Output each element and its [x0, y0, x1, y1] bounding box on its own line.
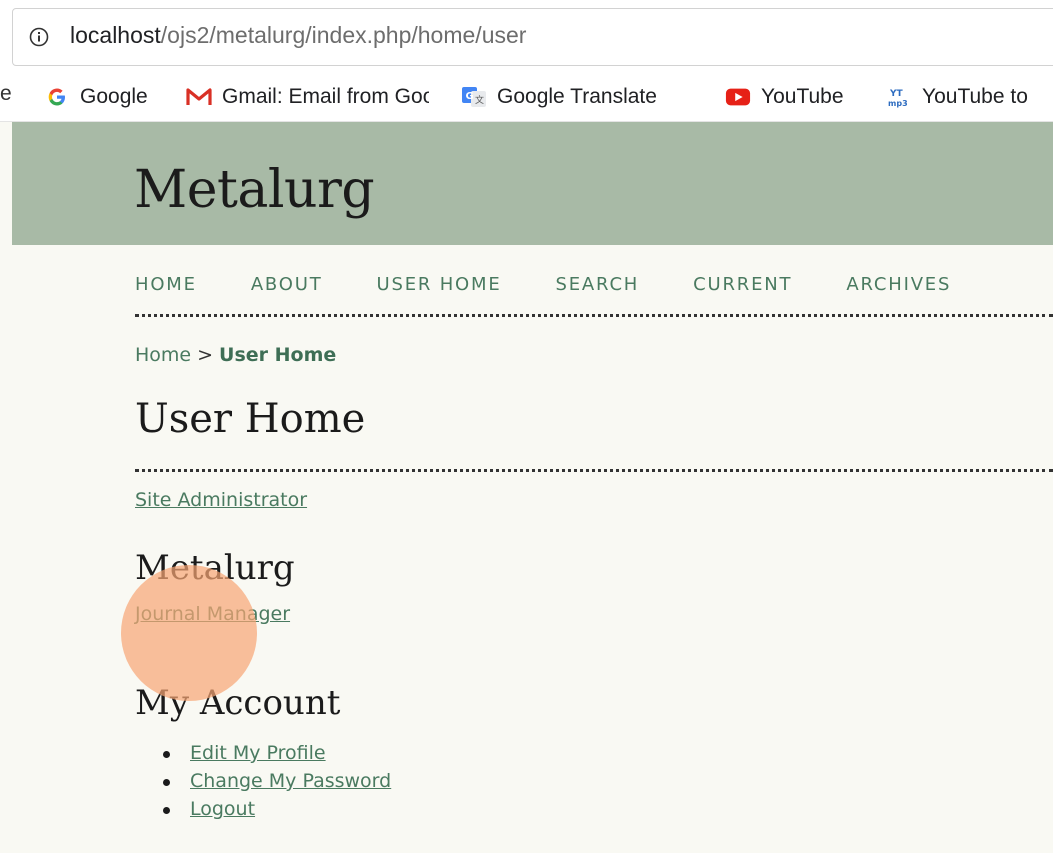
page-title: User Home — [135, 396, 366, 442]
bookmark-label: YouTube — [761, 85, 844, 108]
site-administrator-link[interactable]: Site Administrator — [135, 489, 307, 511]
click-indicator — [121, 565, 257, 701]
title-divider — [135, 469, 1053, 472]
bookmark-label: Google — [80, 85, 148, 108]
nav-about[interactable]: ABOUT — [251, 274, 323, 295]
google-translate-icon: G 文 — [461, 86, 487, 108]
nav-home[interactable]: HOME — [135, 274, 197, 295]
address-bar: localhost/ojs2/metalurg/index.php/home/u… — [0, 0, 1053, 74]
nav-user-home[interactable]: USER HOME — [377, 274, 502, 295]
url-text: localhost/ojs2/metalurg/index.php/home/u… — [70, 22, 526, 49]
nav-divider — [135, 314, 1053, 317]
bookmark-label: YouTube to — [922, 85, 1028, 108]
nav-current[interactable]: CURRENT — [693, 274, 792, 295]
logout-link[interactable]: Logout — [190, 798, 255, 820]
info-icon[interactable] — [29, 27, 49, 47]
nav-search[interactable]: SEARCH — [556, 274, 640, 295]
google-icon — [44, 86, 70, 108]
svg-text:文: 文 — [475, 94, 484, 106]
list-item: Change My Password — [163, 768, 391, 796]
edit-profile-link[interactable]: Edit My Profile — [190, 742, 326, 764]
url-path: /ojs2/metalurg/index.php/home/user — [160, 22, 527, 48]
bookmark-google[interactable]: Google — [44, 82, 148, 112]
svg-text:mp3: mp3 — [888, 99, 908, 108]
url-field[interactable]: localhost/ojs2/metalurg/index.php/home/u… — [12, 8, 1053, 66]
youtube-icon — [725, 86, 751, 108]
list-item: Edit My Profile — [163, 740, 391, 768]
bookmark-gmail[interactable]: Gmail: Email from Goo — [186, 82, 429, 112]
account-links-list: Edit My Profile Change My Password Logou… — [163, 740, 391, 824]
bookmark-label: Gmail: Email from Goo — [222, 85, 429, 108]
bookmarks-bar: e Google Gmail: Email from Goo G 文 Googl… — [0, 74, 1053, 122]
url-host: localhost — [70, 22, 161, 48]
breadcrumb-current[interactable]: User Home — [219, 344, 336, 366]
bookmark-google-translate[interactable]: G 文 Google Translate — [461, 82, 657, 112]
gmail-icon — [186, 86, 212, 108]
breadcrumb: Home > User Home — [135, 344, 336, 366]
site-title[interactable]: Metalurg — [134, 160, 375, 220]
change-password-link[interactable]: Change My Password — [190, 770, 391, 792]
bookmark-youtube-mp3[interactable]: YT mp3 YouTube to — [886, 82, 1028, 112]
bookmark-label: Google Translate — [497, 85, 657, 108]
breadcrumb-separator: > — [197, 344, 214, 366]
bookmark-cut-text: e — [0, 82, 12, 105]
svg-text:YT: YT — [889, 89, 904, 99]
list-item: Logout — [163, 796, 391, 824]
nav-archives[interactable]: ARCHIVES — [846, 274, 951, 295]
svg-text:G: G — [466, 91, 474, 102]
bookmark-youtube[interactable]: YouTube — [725, 82, 844, 112]
main-nav: HOME ABOUT USER HOME SEARCH CURRENT ARCH… — [135, 274, 1005, 295]
site-header: Metalurg — [12, 122, 1053, 245]
breadcrumb-home[interactable]: Home — [135, 344, 191, 366]
youtube-mp3-icon: YT mp3 — [886, 86, 912, 108]
